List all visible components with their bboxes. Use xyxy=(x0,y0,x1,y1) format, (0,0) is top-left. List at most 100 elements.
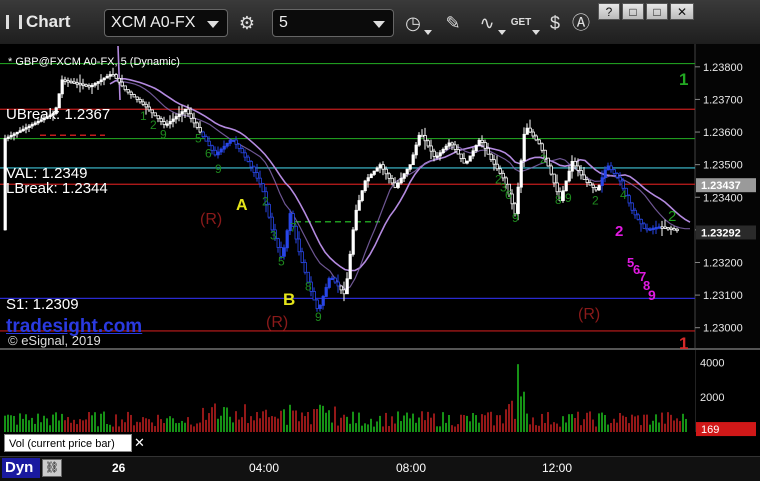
candle-body xyxy=(21,128,25,132)
candle-body xyxy=(24,127,28,130)
candle-body xyxy=(420,134,424,138)
candle-body xyxy=(450,142,454,146)
chart-canvas[interactable]: 129 569235789236928 9 2 4 1.238001.237001.23… xyxy=(0,44,760,456)
candle-body xyxy=(6,136,10,139)
candle-body xyxy=(381,164,385,170)
symbol-selector[interactable]: XCM A0-FX xyxy=(104,9,228,37)
candle-body xyxy=(651,227,655,231)
restore-button[interactable]: □ xyxy=(622,3,644,20)
candle-body xyxy=(192,117,196,124)
close-icon[interactable]: ✕ xyxy=(134,434,145,452)
interval-selector[interactable]: 5 xyxy=(272,9,394,37)
candle-body xyxy=(324,287,328,297)
candle-body xyxy=(522,133,526,162)
time-label: 08:00 xyxy=(396,461,427,475)
study-icon[interactable]: ∿ xyxy=(474,10,506,36)
td-count-label: 2 xyxy=(262,194,269,208)
candle-body xyxy=(204,136,208,142)
close-button[interactable]: ✕ xyxy=(670,3,694,20)
app-title: Chart xyxy=(6,12,70,32)
symbol-value: XCM A0-FX xyxy=(111,14,196,31)
candle-body xyxy=(303,262,307,273)
dollar-icon[interactable]: $ xyxy=(542,10,568,36)
candle-body xyxy=(243,152,247,158)
candle-body xyxy=(255,172,259,179)
level-label-lbreak: LBreak: 1.2344 xyxy=(6,180,108,197)
candle-body xyxy=(393,182,397,188)
chevron-down-icon xyxy=(424,30,432,35)
candle-body xyxy=(459,153,463,159)
candle-body xyxy=(15,131,19,135)
candle-body xyxy=(165,123,169,126)
candle-body xyxy=(372,170,376,175)
candle-body xyxy=(87,85,91,88)
candle-body xyxy=(318,305,322,309)
volume-indicator-label[interactable]: Vol (current price bar) xyxy=(4,434,132,452)
candle-body xyxy=(30,124,34,127)
link-icon[interactable]: ⛓ xyxy=(42,459,62,477)
candle-body xyxy=(378,164,382,169)
clock-icon[interactable]: ◷ xyxy=(400,10,432,36)
time-label: 12:00 xyxy=(542,461,573,475)
candle-body xyxy=(336,281,340,287)
settings-icon[interactable]: ⚙ xyxy=(234,10,260,36)
candle-body xyxy=(168,121,172,125)
candle-body xyxy=(84,84,88,87)
candle-body xyxy=(546,157,550,167)
td-count-label: 9 xyxy=(512,211,519,225)
td-count-label: 9 xyxy=(160,128,167,142)
candle-body xyxy=(585,179,589,183)
td-magenta-label: 2 xyxy=(615,223,624,240)
volume-badge-label: 169 xyxy=(701,424,719,436)
candle-body xyxy=(603,169,607,179)
candle-body xyxy=(441,149,445,154)
maximize-button[interactable]: □ xyxy=(646,3,668,20)
candle-body xyxy=(78,82,82,86)
candle-body xyxy=(99,79,103,83)
get-icon[interactable]: GET xyxy=(508,10,540,36)
candle-body xyxy=(315,299,319,309)
candle-body xyxy=(207,140,211,147)
td-count-label: 2 xyxy=(592,194,599,208)
candle-body xyxy=(360,190,364,201)
candle-body xyxy=(516,186,520,214)
candle-body xyxy=(96,81,100,84)
dynamic-mode-button[interactable]: Dyn xyxy=(2,458,40,478)
td-count-label: 5 xyxy=(195,131,202,145)
help-button[interactable]: ? xyxy=(598,3,620,20)
pencil-icon[interactable]: ✎ xyxy=(440,10,466,36)
price-tick-label: 1.23200 xyxy=(703,257,743,269)
candle-body xyxy=(555,182,559,193)
candle-body xyxy=(570,160,574,172)
candle-body xyxy=(396,182,400,188)
candle-body xyxy=(519,160,523,188)
candle-body xyxy=(102,77,106,81)
volume-tick-label: 2000 xyxy=(700,392,724,404)
candle-body xyxy=(627,195,631,204)
td-count-label: 9 xyxy=(215,162,222,176)
candle-body xyxy=(348,253,352,280)
candle-body xyxy=(414,144,418,156)
candle-body xyxy=(150,109,154,114)
candle-body xyxy=(126,89,130,93)
candle-body xyxy=(12,133,16,136)
candle-body xyxy=(345,278,349,295)
candle-body xyxy=(426,140,430,147)
candle-body xyxy=(402,173,406,179)
candle-body xyxy=(564,180,568,192)
candle-body xyxy=(60,79,64,95)
candle-body xyxy=(375,167,379,172)
candle-body xyxy=(465,160,469,164)
a-icon[interactable]: Ⓐ xyxy=(568,10,594,36)
candle-body xyxy=(492,159,496,165)
candle-body xyxy=(435,155,439,158)
candle-body xyxy=(9,135,13,138)
candle-body xyxy=(399,177,403,184)
candle-body xyxy=(321,296,325,306)
level-label-s1: S1: 1.2309 xyxy=(6,296,79,313)
annotation-r: (R) xyxy=(266,314,289,331)
chevron-down-icon xyxy=(373,21,385,28)
candle-body xyxy=(588,182,592,186)
candle-body xyxy=(216,151,220,156)
annotation-r: (R) xyxy=(200,211,223,228)
